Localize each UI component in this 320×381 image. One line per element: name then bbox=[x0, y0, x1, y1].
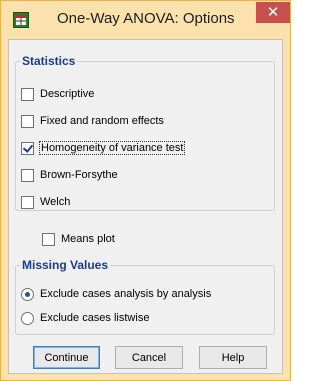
fixed-random-effects-checkbox[interactable] bbox=[21, 114, 34, 128]
exclude-listwise-radio[interactable] bbox=[21, 311, 34, 325]
exclude-listwise-option[interactable]: Exclude cases listwise bbox=[21, 310, 149, 326]
options-dialog: One-Way ANOVA: Options ✕ Statistics Desc… bbox=[0, 0, 291, 381]
descriptive-option[interactable]: Descriptive bbox=[21, 86, 94, 102]
help-button[interactable]: Help bbox=[199, 346, 267, 369]
welch-label: Welch bbox=[40, 196, 71, 208]
brown-forsythe-label: Brown-Forsythe bbox=[40, 169, 118, 181]
statistics-group: Statistics Descriptive Fixed and random … bbox=[15, 54, 275, 211]
brown-forsythe-option[interactable]: Brown-Forsythe bbox=[21, 167, 118, 183]
fixed-random-effects-label: Fixed and random effects bbox=[40, 115, 164, 127]
title-bar[interactable]: One-Way ANOVA: Options ✕ bbox=[1, 1, 290, 39]
dialog-body: Statistics Descriptive Fixed and random … bbox=[8, 39, 283, 374]
cancel-button[interactable]: Cancel bbox=[115, 346, 183, 369]
dialog-title: One-Way ANOVA: Options bbox=[57, 10, 235, 27]
missing-values-group: Missing Values Exclude cases analysis by… bbox=[15, 258, 275, 335]
welch-checkbox[interactable] bbox=[21, 195, 34, 209]
fixed-random-effects-option[interactable]: Fixed and random effects bbox=[21, 113, 164, 129]
continue-button[interactable]: Continue bbox=[33, 346, 100, 369]
means-plot-option[interactable]: Means plot bbox=[42, 231, 115, 247]
exclude-listwise-label: Exclude cases listwise bbox=[40, 312, 150, 324]
missing-values-group-label: Missing Values bbox=[20, 258, 111, 273]
welch-option[interactable]: Welch bbox=[21, 194, 70, 210]
spss-grid-icon bbox=[13, 12, 29, 28]
homogeneity-label: Homogeneity of variance test bbox=[38, 141, 186, 155]
brown-forsythe-checkbox[interactable] bbox=[21, 168, 34, 182]
exclude-analysis-radio[interactable] bbox=[21, 287, 34, 301]
descriptive-label: Descriptive bbox=[40, 88, 95, 100]
close-button[interactable]: ✕ bbox=[256, 2, 290, 23]
means-plot-checkbox[interactable] bbox=[42, 232, 55, 246]
exclude-analysis-label: Exclude cases analysis by analysis bbox=[40, 288, 212, 300]
means-plot-label: Means plot bbox=[61, 233, 115, 245]
statistics-group-label: Statistics bbox=[20, 54, 78, 69]
exclude-analysis-option[interactable]: Exclude cases analysis by analysis bbox=[21, 286, 211, 302]
close-icon: ✕ bbox=[266, 4, 280, 21]
descriptive-checkbox[interactable] bbox=[21, 87, 34, 101]
homogeneity-checkbox[interactable] bbox=[21, 141, 34, 155]
homogeneity-option[interactable]: Homogeneity of variance test bbox=[21, 140, 186, 156]
